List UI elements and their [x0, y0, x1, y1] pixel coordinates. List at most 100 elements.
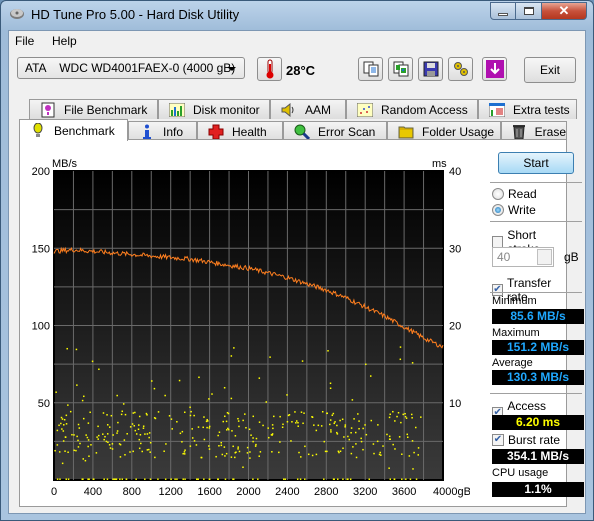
access-time-point — [378, 453, 381, 456]
access-time-point — [402, 413, 404, 416]
access-time-point — [182, 478, 184, 480]
write-radio[interactable]: Write — [492, 203, 536, 217]
drive-select[interactable]: ATA WDC WD4001FAEX-0 (4000 gB) — [17, 57, 245, 79]
access-time-point — [268, 436, 270, 439]
access-time-point — [284, 478, 287, 480]
grid-lines — [54, 171, 443, 480]
access-time-point — [102, 412, 105, 414]
access-time-point — [396, 415, 398, 418]
tab-benchmark[interactable]: Benchmark — [19, 119, 128, 141]
title-bar[interactable]: HD Tune Pro 5.00 - Hard Disk Utility ✕ — [1, 1, 593, 29]
tab-erase[interactable]: Erase — [501, 121, 567, 141]
access-time-point — [330, 429, 332, 431]
access-time-point — [332, 412, 335, 415]
access-time-point — [315, 429, 318, 432]
options-button[interactable] — [448, 57, 473, 81]
maximize-button[interactable] — [516, 2, 542, 20]
tab-folder-usage[interactable]: Folder Usage — [387, 121, 501, 141]
tab-file-benchmark[interactable]: File Benchmark — [29, 99, 158, 119]
tab-health[interactable]: Health — [197, 121, 283, 141]
access-time-point — [183, 451, 186, 453]
read-radio[interactable]: Read — [492, 187, 537, 201]
menu-file[interactable]: File — [15, 34, 34, 48]
access-time-point — [79, 442, 81, 445]
access-time-point — [382, 445, 384, 447]
start-button[interactable]: Start — [498, 152, 574, 174]
tab-extra-tests[interactable]: Extra tests — [478, 99, 577, 119]
access-time-point — [255, 437, 258, 440]
access-time-point — [178, 379, 181, 382]
access-time-point — [176, 478, 178, 480]
access-time-point — [291, 421, 293, 423]
burst-rate-checkbox[interactable]: ✔ Burst rate — [492, 433, 560, 447]
access-time-point — [373, 452, 375, 455]
save-button[interactable] — [418, 57, 443, 81]
access-time-point — [106, 433, 109, 435]
tab-label: Folder Usage — [422, 124, 495, 139]
file-benchmark-icon — [40, 102, 56, 118]
access-time-point — [347, 435, 349, 438]
extra-tests-icon — [489, 102, 505, 118]
access-time-point — [234, 451, 237, 454]
access-time-point — [135, 433, 138, 435]
access-time-point — [87, 439, 90, 441]
close-button[interactable]: ✕ — [542, 2, 587, 20]
access-time-point — [73, 434, 75, 436]
random-access-icon — [357, 102, 373, 118]
temperature-button[interactable] — [257, 57, 282, 81]
tab-info[interactable]: Info — [128, 121, 197, 141]
access-time-point — [69, 410, 72, 413]
access-time-point — [232, 478, 235, 480]
options-icon — [453, 62, 468, 76]
maximum-label: Maximum — [492, 327, 540, 339]
access-time-point — [406, 433, 409, 436]
access-time-point — [388, 467, 390, 469]
tab-aam[interactable]: AAM — [270, 99, 346, 119]
access-time-point — [181, 441, 183, 443]
access-time-point — [304, 478, 306, 480]
access-time-point — [189, 445, 192, 447]
access-time-point — [63, 418, 66, 421]
access-time-point — [249, 451, 251, 453]
hard-disk-icon — [10, 9, 24, 19]
access-time-point — [411, 440, 414, 442]
menu-help[interactable]: Help — [52, 34, 77, 48]
minimize-button[interactable] — [490, 2, 516, 20]
exit-button[interactable]: Exit — [524, 57, 576, 83]
copy-text-button[interactable] — [358, 57, 383, 81]
access-time-point — [300, 456, 302, 458]
access-time-point — [408, 455, 411, 457]
tab-label: Health — [232, 124, 267, 139]
access-time-point — [211, 393, 213, 395]
access-time-point — [203, 478, 205, 480]
spinner-arrows-icon[interactable] — [537, 249, 552, 265]
access-time-point — [193, 440, 196, 442]
access-time-point — [110, 414, 113, 417]
access-time-point — [184, 411, 186, 414]
access-time-point — [230, 456, 233, 458]
access-time-point — [197, 478, 199, 480]
access-time-point — [84, 459, 87, 462]
x-tick-label: 1200 — [158, 486, 182, 498]
access-time-point — [295, 422, 297, 424]
access-time-point — [60, 416, 63, 419]
access-time-point — [324, 450, 327, 453]
short-stroke-spinner[interactable]: 40 — [492, 247, 554, 267]
access-time-point — [105, 440, 108, 443]
copy-image-button[interactable] — [388, 57, 413, 81]
benchmark-panel: 0 400 800 1200 1600 2000 2400 2800 3200 3600 4000g… — [19, 139, 584, 507]
access-time-point — [64, 436, 67, 438]
x-tick-label: 3600 — [392, 486, 416, 498]
download-button[interactable] — [482, 57, 507, 81]
access-time-point — [170, 418, 173, 420]
access-time-point — [78, 427, 81, 429]
access-time-point — [234, 435, 237, 437]
tab-error-scan[interactable]: Error Scan — [283, 121, 387, 141]
access-time-point — [334, 421, 336, 423]
tab-disk-monitor[interactable]: Disk monitor — [158, 99, 270, 119]
access-time-point — [144, 433, 146, 435]
access-time-point — [313, 424, 315, 426]
access-time-point — [96, 436, 98, 438]
thermometer-icon — [266, 59, 273, 79]
tab-random-access[interactable]: Random Access — [346, 99, 478, 119]
